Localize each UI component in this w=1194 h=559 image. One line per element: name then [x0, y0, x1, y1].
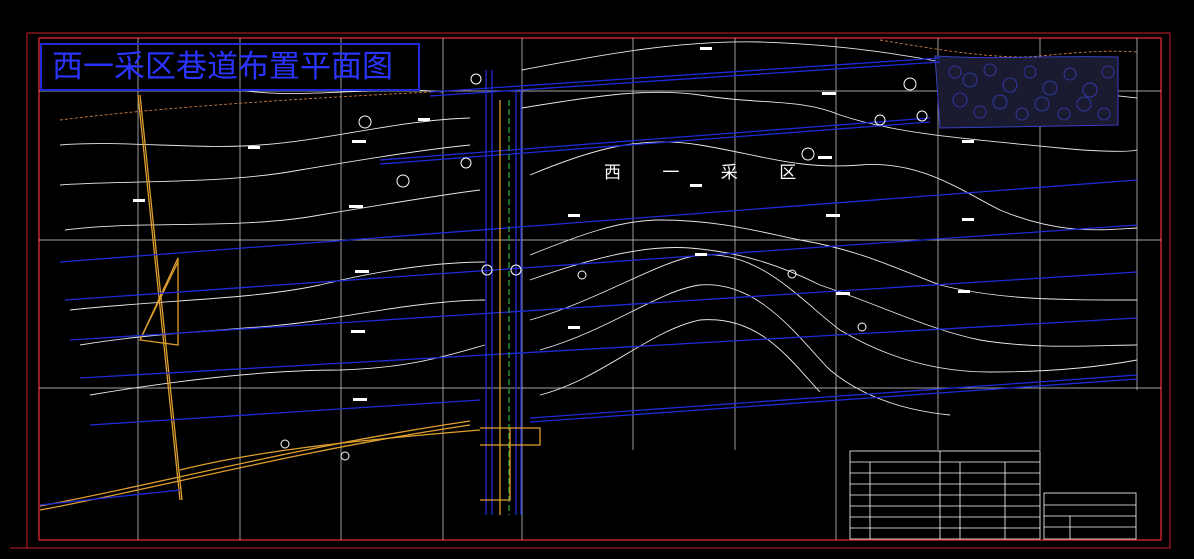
- goaf-area: [934, 55, 1119, 129]
- outcrop-line-right: [879, 39, 1138, 58]
- borehole-symbols: [280, 73, 928, 461]
- drawing-title: 西一采区巷道布置平面图: [40, 43, 420, 91]
- legend-table: [849, 450, 1041, 540]
- mining-area-label: 西 一 采 区: [604, 163, 815, 183]
- main-incline-shafts: [480, 70, 541, 515]
- outcrop-line: [59, 89, 471, 121]
- title-block: [1043, 492, 1137, 540]
